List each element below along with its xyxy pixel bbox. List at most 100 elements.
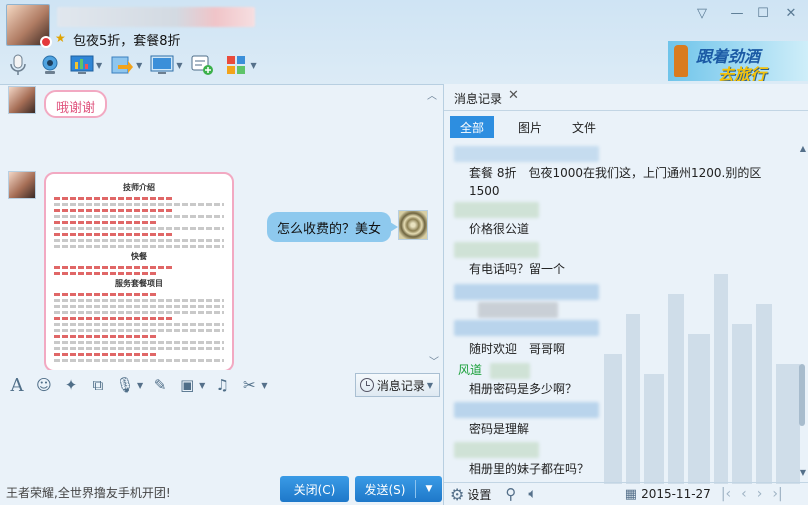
ad-banner[interactable]: 跟着劲酒 去旅行 bbox=[668, 41, 808, 81]
message-history-label: 消息记录 bbox=[376, 378, 425, 393]
chevron-down-icon[interactable]: ▼ bbox=[96, 61, 102, 70]
filter-all[interactable]: 全部 bbox=[450, 116, 495, 138]
calendar-icon: ▦ bbox=[624, 486, 638, 502]
doc-line bbox=[54, 353, 156, 356]
send-button-label: 发送(S) bbox=[364, 482, 406, 497]
last-page-icon[interactable]: ›| bbox=[772, 486, 782, 502]
doc-line bbox=[54, 272, 156, 275]
filter-images[interactable]: 图片 bbox=[508, 116, 552, 138]
font-icon[interactable]: A bbox=[6, 374, 28, 396]
settings-label: 设置 bbox=[467, 487, 492, 502]
chevron-down-icon[interactable]: ▼ bbox=[427, 381, 433, 390]
remote-desktop-icon[interactable] bbox=[150, 53, 174, 77]
doc-line bbox=[54, 335, 156, 338]
dropdown-menu-icon[interactable]: ▽ bbox=[692, 5, 712, 23]
chevron-down-icon[interactable]: ▼ bbox=[176, 61, 182, 70]
add-note-icon[interactable] bbox=[190, 53, 214, 77]
chevron-down-icon[interactable]: ▼ bbox=[199, 381, 205, 390]
collapse-up-icon[interactable]: ︿ bbox=[427, 87, 437, 102]
incoming-message-bubble: 哦谢谢 bbox=[44, 90, 108, 118]
star-icon: ★ bbox=[55, 31, 66, 45]
doc-line bbox=[54, 266, 173, 269]
doc-line bbox=[54, 239, 224, 242]
screen-share-icon[interactable] bbox=[70, 53, 94, 77]
settings-button[interactable]: ⚙ 设置 bbox=[450, 485, 491, 504]
doc-line bbox=[54, 341, 224, 344]
close-history-icon[interactable]: ✕ bbox=[508, 88, 519, 103]
clock-icon bbox=[359, 378, 374, 392]
message-input[interactable] bbox=[0, 400, 444, 474]
first-page-icon[interactable]: |‹ bbox=[721, 486, 731, 502]
shake-icon[interactable]: ⧉ bbox=[87, 374, 109, 396]
chat-message-area[interactable]: ︿ 哦谢谢 怎么收费的？美女 技师介绍 快餐 服务套餐项目 ﹀ bbox=[0, 84, 444, 370]
close-window-icon[interactable]: ✕ bbox=[781, 5, 801, 23]
prev-page-icon[interactable]: ‹ bbox=[741, 486, 747, 502]
history-message: 有电话吗？留一个 bbox=[469, 262, 566, 276]
gear-icon: ⚙ bbox=[450, 484, 465, 504]
screenshot-scissors-icon[interactable]: ✂ bbox=[238, 374, 260, 396]
close-button[interactable]: 关闭(C) bbox=[280, 476, 349, 502]
history-tab-title[interactable]: 消息记录 bbox=[454, 90, 502, 107]
maximize-icon[interactable]: ☐ bbox=[753, 5, 773, 23]
scroll-up-icon[interactable]: ▲ bbox=[800, 144, 806, 153]
price-menu-image[interactable]: 技师介绍 快餐 服务套餐项目 bbox=[44, 172, 234, 370]
doc-line bbox=[54, 245, 224, 248]
send-options-chevron-icon[interactable]: ▼ bbox=[416, 484, 442, 494]
input-toolbar: A ☺ ✦ ⧉ 🎙︎ ▼ ✎ ▣ ▼ ♫ ✂ ▼ 消息记录 ▼ bbox=[0, 370, 444, 400]
scroll-down-icon[interactable]: ▼ bbox=[800, 468, 806, 477]
history-scrollbar-thumb[interactable] bbox=[799, 364, 805, 426]
contact-signature: 包夜5折，套餐8折 bbox=[73, 34, 181, 49]
contact-avatar[interactable] bbox=[6, 4, 52, 48]
chevron-down-icon[interactable]: ▼ bbox=[261, 381, 267, 390]
doc-line bbox=[54, 347, 224, 350]
history-message-list[interactable]: 套餐 8折 包夜1000在我们这，上门通州1200.别的区1500 价格很公道 … bbox=[444, 144, 794, 478]
contact-avatar-small[interactable] bbox=[8, 171, 36, 199]
voice-message-icon[interactable]: 🎙︎ bbox=[114, 374, 136, 396]
app-grid-icon[interactable] bbox=[224, 53, 248, 77]
chevron-down-icon[interactable]: ▼ bbox=[137, 381, 143, 390]
sender-name-blurred bbox=[454, 242, 539, 258]
sender-name: 风道 bbox=[458, 363, 483, 377]
image-icon[interactable]: ▣ bbox=[176, 374, 198, 396]
outgoing-message-bubble: 怎么收费的？美女 bbox=[267, 212, 399, 242]
doc-line bbox=[54, 359, 224, 362]
microphone-icon[interactable] bbox=[6, 53, 30, 77]
doc-line bbox=[54, 221, 156, 224]
message-history-button[interactable]: 消息记录 ▼ bbox=[354, 373, 440, 397]
contact-avatar-small[interactable] bbox=[8, 86, 36, 114]
sender-name-blurred bbox=[454, 284, 599, 300]
emoji-icon[interactable]: ☺ bbox=[33, 374, 55, 396]
history-date: 2015-11-27 bbox=[641, 487, 711, 501]
minimize-icon[interactable]: — bbox=[727, 5, 747, 23]
magic-wand-icon[interactable]: ✦ bbox=[60, 374, 82, 396]
chat-header: ★ 包夜5折，套餐8折 ▽ — ☐ ✕ 跟着劲酒 去旅行 ▼ ▼ ▼ ▼ bbox=[0, 0, 808, 84]
close-button-label: 关闭(C) bbox=[293, 482, 336, 497]
speaker-icon[interactable]: 🔈︎ bbox=[528, 486, 536, 502]
my-avatar[interactable] bbox=[398, 210, 428, 240]
doc-line bbox=[54, 227, 224, 230]
history-message: 随时欢迎 哥哥啊 bbox=[469, 342, 566, 356]
promo-link[interactable]: 王者荣耀,全世界撸友手机开团! bbox=[6, 484, 171, 501]
music-icon[interactable]: ♫ bbox=[211, 374, 233, 396]
camera-icon[interactable] bbox=[38, 53, 62, 77]
history-message: 套餐 8折 包夜1000在我们这，上门通州1200.别的区1500 bbox=[469, 166, 762, 198]
send-button[interactable]: 发送(S) ▼ bbox=[355, 476, 442, 502]
scroll-down-icon[interactable]: ﹀ bbox=[429, 353, 439, 368]
history-bottom-bar: ⚙ 设置 ⚲ 🔈︎ ▦ 2015-11-27 |‹ ‹ › ›| bbox=[444, 482, 808, 505]
edit-icon[interactable]: ✎ bbox=[149, 374, 171, 396]
filter-files-label: 文件 bbox=[572, 120, 597, 135]
next-page-icon[interactable]: › bbox=[757, 486, 763, 502]
doc-line bbox=[54, 299, 224, 302]
message-history-panel: 消息记录 ✕ 全部 图片 文件 套餐 8折 包夜1000在我们这，上门通州120… bbox=[444, 84, 808, 505]
date-picker[interactable]: ▦ 2015-11-27 bbox=[625, 487, 711, 502]
filter-files[interactable]: 文件 bbox=[562, 116, 606, 138]
chevron-down-icon[interactable]: ▼ bbox=[136, 61, 142, 70]
contact-name-blurred bbox=[57, 7, 255, 27]
doc-line bbox=[54, 215, 224, 218]
doc-line bbox=[54, 323, 224, 326]
doc-line bbox=[54, 329, 224, 332]
sender-name-blurred bbox=[454, 202, 539, 218]
search-icon[interactable]: ⚲ bbox=[505, 485, 516, 503]
chevron-down-icon[interactable]: ▼ bbox=[250, 61, 256, 70]
file-transfer-icon[interactable] bbox=[110, 53, 134, 77]
